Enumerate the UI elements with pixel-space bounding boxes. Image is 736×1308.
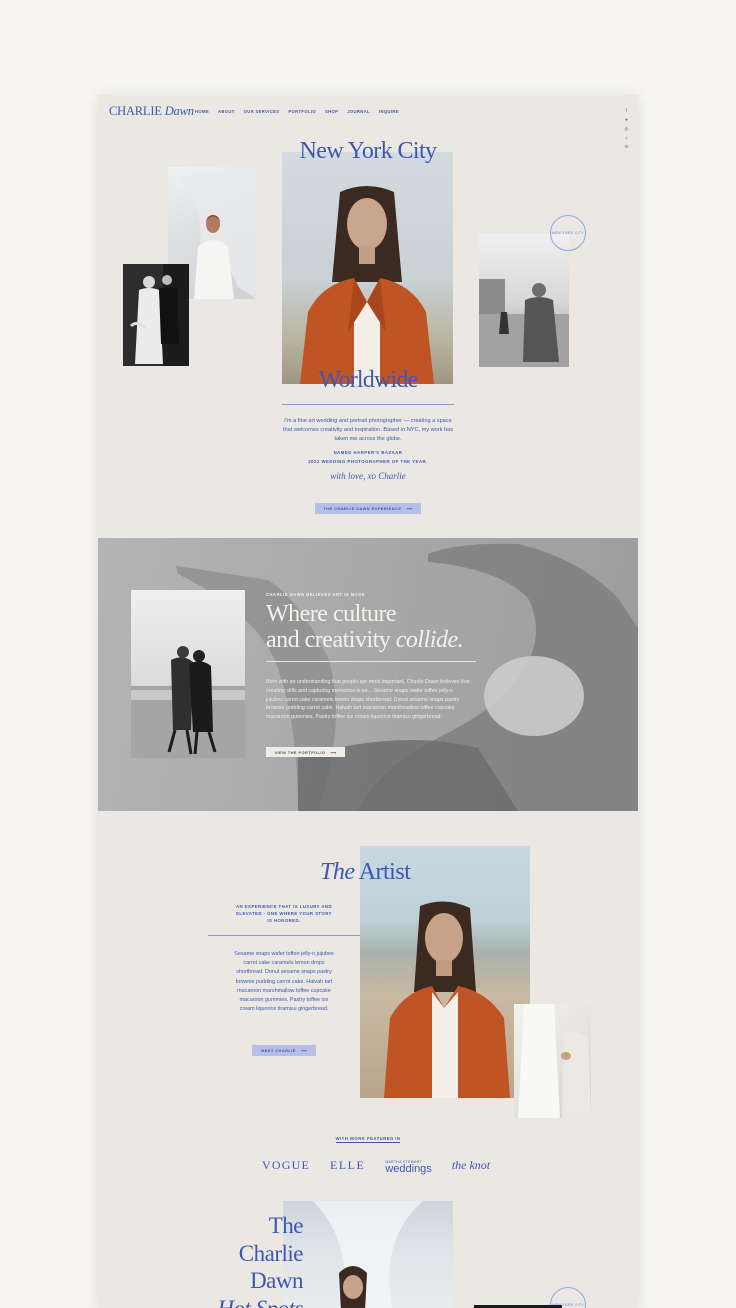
artist-title-italic: The [320,859,355,885]
hero-intro-text: I'm a fine art wedding and portrait phot… [282,418,454,443]
view-portfolio-label: VIEW THE PORTFOLIO [274,749,326,755]
hot-spots-title: The Charlie Dawn Hot Spots [193,1212,303,1308]
logo-second: Dawn [164,104,194,118]
nav-shop[interactable]: SHOP [325,109,338,114]
culture-heading-line-2a: and creativity [266,627,391,653]
award-line-2: 2022 WEDDING PHOTOGRAPHER OF THE YEAR. [308,458,428,464]
nav-portfolio[interactable]: PORTFOLIO [288,109,316,114]
artist-subheading: AN EXPERIENCE THAT IS LUXURY AND ELEVATE… [235,904,333,924]
hot-spots-line-2: Charlie [238,1240,304,1266]
street-walk-illustration [479,279,569,367]
artist-body-text: Sesame snaps wafer toffee jelly-o jujube… [234,951,334,1013]
experience-button[interactable]: THE CHARLIE DAWN EXPERIENCE ⟶ [315,503,421,514]
arrow-right-icon: ⟶ [330,749,337,755]
instagram-icon[interactable]: ◎ [624,126,629,131]
featured-label: WITH WORK FEATURED IN [98,1136,638,1143]
meet-charlie-button[interactable]: MEET CHARLIE ⟶ [252,1045,316,1056]
culture-eyebrow: CHARLIE DAWN BELIEVES ART IS MADE [266,592,366,597]
email-icon[interactable]: ✉ [624,144,629,149]
elle-logo: ELLE [330,1158,366,1172]
nav-journal[interactable]: JOURNAL [347,109,370,114]
location-badge: NEW YORK CITY [550,215,586,251]
culture-heading-line-2: and creativity collide. [266,627,464,653]
martha-stewart-weddings-logo: MARTHA STEWART weddings [385,1159,432,1175]
arrow-right-icon: ⟶ [300,1048,307,1053]
hero-divider [282,404,454,405]
artist-title-main: Artist [358,859,411,885]
couple-walking-illustration [131,646,245,758]
weddings-text: weddings [385,1162,432,1175]
culture-divider [266,661,476,662]
social-links: f ● ◎ ♪ ✉ [624,108,629,149]
artist-divider [208,935,360,936]
couple-walking-photo [131,590,245,758]
artist-title: The Artist [320,859,411,886]
nav-about[interactable]: ABOUT [218,109,235,114]
tiktok-icon[interactable]: ♪ [624,135,629,140]
press-logos: VOGUE ELLE MARTHA STEWART weddings the k… [262,1158,491,1175]
view-portfolio-button[interactable]: VIEW THE PORTFOLIO ⟶ [266,747,345,757]
nav-home[interactable]: HOME [195,109,209,114]
arrow-right-icon: ⟶ [406,506,413,511]
nav-services[interactable]: OUR SERVICES [244,109,280,114]
facebook-icon[interactable]: f [624,108,629,113]
site-logo[interactable]: CHARLIE Dawn [109,104,194,119]
pinterest-icon[interactable]: ● [624,117,629,122]
bw-couple-illustration [123,264,189,366]
website-mockup: CHARLIE Dawn HOME ABOUT OUR SERVICES POR… [98,95,638,1308]
hero-portrait-illustration [300,186,434,384]
hero-portrait-photo [282,152,453,384]
hot-spots-photo [283,1201,453,1308]
the-knot-logo: the knot [451,1158,491,1172]
hero-subtitle: Worldwide [318,367,419,393]
hot-spots-line-1: The [268,1213,304,1238]
signature: with love, xo Charlie [330,471,406,481]
culture-heading-emphasis: collide. [395,627,464,653]
dress-detail-illustration [518,1004,591,1118]
culture-heading: Where culture and creativity collide. [266,601,464,653]
meet-charlie-label: MEET CHARLIE [261,1048,296,1053]
award-line-1: NAMED HARPER'S BAZAAR [333,450,403,455]
hero-award-text: NAMED HARPER'S BAZAAR 2022 WEDDING PHOTO… [282,449,454,466]
experience-button-label: THE CHARLIE DAWN EXPERIENCE [323,506,402,511]
nav-inquire[interactable]: INQUIRE [379,109,399,114]
main-nav: HOME ABOUT OUR SERVICES PORTFOLIO SHOP J… [195,109,399,114]
dress-detail-photo [514,1004,591,1118]
logo-first: CHARLIE [109,104,162,118]
culture-heading-line-1: Where culture [266,601,397,627]
street-walk-photo [479,234,569,367]
featured-label-text: WITH WORK FEATURED IN [335,1136,401,1143]
hot-spots-line-3: Dawn [250,1268,303,1293]
hero-title: New York City [299,138,438,164]
hot-spots-illustration [313,1201,423,1308]
culture-section: CHARLIE DAWN BELIEVES ART IS MADE Where … [98,538,638,811]
hot-spots-line-4: Hot Spots [217,1295,303,1308]
culture-body-text: Born with an understanding that people a… [266,679,470,721]
vogue-logo: VOGUE [262,1158,310,1172]
bw-couple-photo [123,264,189,366]
